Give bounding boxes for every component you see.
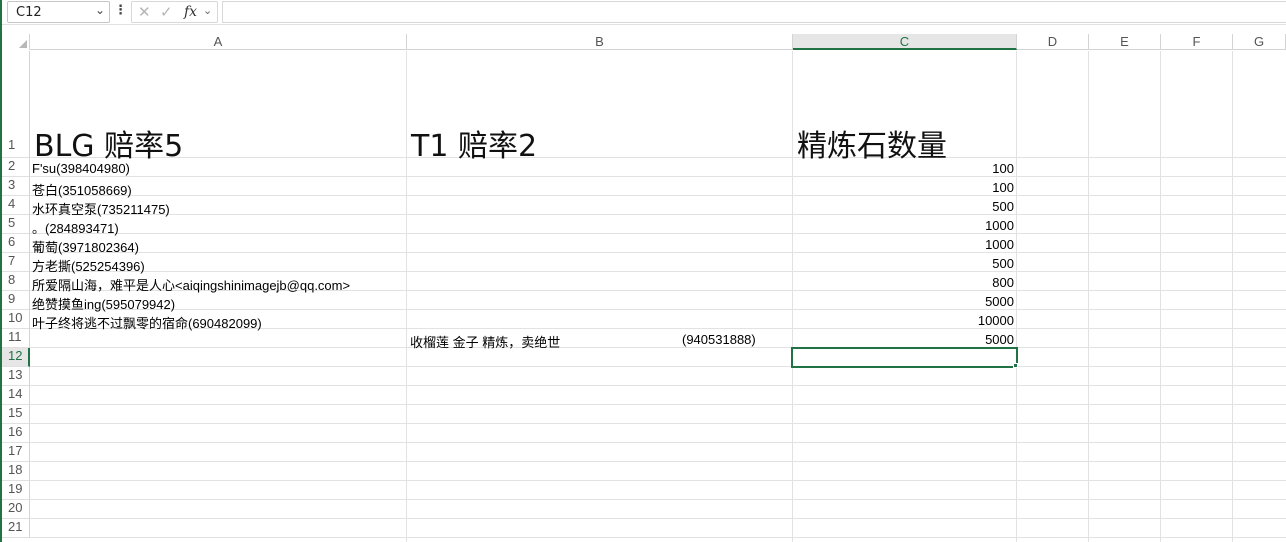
grid-line [30,271,1286,272]
fill-handle[interactable] [1013,363,1018,368]
select-all-button[interactable] [0,34,30,50]
grid-line [30,537,1286,538]
window-left-accent [0,0,2,542]
row-header[interactable]: 5 [0,215,30,234]
column-header-c[interactable]: C [793,34,1017,50]
cell-a3[interactable]: 苍白(351058669) [32,180,132,199]
row-header[interactable]: 16 [0,424,30,443]
grid-line [30,518,1286,519]
cell-c11[interactable]: 5000 [792,332,1014,347]
grid-line [30,385,1286,386]
column-header-e[interactable]: E [1089,34,1161,50]
grid-line [1160,51,1161,542]
more-options-icon[interactable]: ⋮ [114,3,127,18]
column-header-g[interactable]: G [1233,34,1286,50]
cell-a9[interactable]: 绝赞摸鱼ing(595079942) [32,294,175,313]
grid-line [30,176,1286,177]
grid-line [30,404,1286,405]
grid-line [30,214,1286,215]
cell-a7[interactable]: 方老撕(525254396) [32,256,145,275]
cell-a5[interactable]: 。(284893471) [32,218,119,237]
row-header[interactable]: 13 [0,367,30,386]
row-header[interactable]: 6 [0,234,30,253]
grid-line [30,157,1286,158]
select-all-icon [19,40,27,48]
cell-a1[interactable]: BLG 赔率5 [34,121,183,165]
cell-c10[interactable]: 10000 [792,313,1014,328]
grid-line [30,423,1286,424]
row-header[interactable]: 4 [0,196,30,215]
row-header[interactable]: 1 [0,51,30,158]
cell-c2[interactable]: 100 [792,161,1014,176]
grid-line [30,366,1286,367]
cell-b1[interactable]: T1 赔率2 [411,121,537,165]
insert-function-icon[interactable]: fx [184,4,197,20]
active-cell-c12[interactable] [791,347,1018,368]
grid-line [30,233,1286,234]
row-header[interactable]: 2 [0,158,30,177]
cell-a4[interactable]: 水环真空泵(735211475) [32,199,170,218]
grid-line [30,499,1286,500]
cell-c8[interactable]: 800 [792,275,1014,290]
row-header[interactable]: 20 [0,500,30,519]
formula-input[interactable] [222,1,1286,23]
row-header[interactable]: 10 [0,310,30,329]
grid-line [30,309,1286,310]
row-header[interactable]: 15 [0,405,30,424]
grid-line [30,461,1286,462]
cell-c5[interactable]: 1000 [792,218,1014,233]
name-box[interactable]: C12 ⌄ [7,1,110,23]
cell-c3[interactable]: 100 [792,180,1014,195]
column-header-row: A B C D E F G [0,34,1286,50]
row-header[interactable]: 3 [0,177,30,196]
grid-line [1232,51,1233,542]
chevron-down-icon[interactable]: ⌄ [95,3,105,17]
row-header[interactable]: 18 [0,462,30,481]
row-header[interactable]: 21 [0,519,30,538]
row-header-selected[interactable]: 12 [0,348,30,367]
formula-buttons: ✕ ✓ fx ⌄ [131,1,218,23]
row-header[interactable]: 14 [0,386,30,405]
row-header[interactable]: 7 [0,253,30,272]
cell-grid[interactable]: BLG 赔率5 T1 赔率2 精炼石数量 F'su(398404980) 苍白(… [30,51,1286,542]
grid-line [30,480,1286,481]
grid-line [30,347,1286,348]
column-header-a[interactable]: A [30,34,407,50]
column-header-f[interactable]: F [1161,34,1233,50]
name-box-value: C12 [16,5,42,20]
grid-line [30,442,1286,443]
cell-a6[interactable]: 葡萄(3971802364) [32,237,139,256]
cell-c9[interactable]: 5000 [792,294,1014,309]
cell-a10[interactable]: 叶子终将逃不过飘零的宿命(690482099) [32,313,262,332]
grid-line [30,195,1286,196]
row-header[interactable]: 9 [0,291,30,310]
row-header[interactable]: 11 [0,329,30,348]
chevron-down-icon[interactable]: ⌄ [203,4,212,17]
checkmark-icon[interactable]: ✓ [160,3,173,21]
row-header[interactable]: 17 [0,443,30,462]
cancel-icon[interactable]: ✕ [138,3,151,21]
grid-line [1088,51,1089,542]
cell-a8[interactable]: 所爱隔山海，难平是人心<aiqingshinimagejb@qq.com> [32,275,350,294]
cell-c6[interactable]: 1000 [792,237,1014,252]
grid-line [30,252,1286,253]
grid-line [406,51,407,542]
formula-bar: C12 ⌄ ⋮ ✕ ✓ fx ⌄ [0,0,1286,25]
column-header-d[interactable]: D [1017,34,1089,50]
cell-b11-qq: (940531888) [682,332,756,347]
cell-a2[interactable]: F'su(398404980) [32,161,130,176]
row-header[interactable]: 19 [0,481,30,500]
grid-line [1016,51,1017,542]
cell-c7[interactable]: 500 [792,256,1014,271]
cell-b11[interactable]: 收榴莲 金子 精炼，卖绝世 [410,332,560,351]
row-header[interactable]: 8 [0,272,30,291]
column-header-b[interactable]: B [407,34,793,50]
cell-c4[interactable]: 500 [792,199,1014,214]
cell-c1[interactable]: 精炼石数量 [797,121,947,165]
